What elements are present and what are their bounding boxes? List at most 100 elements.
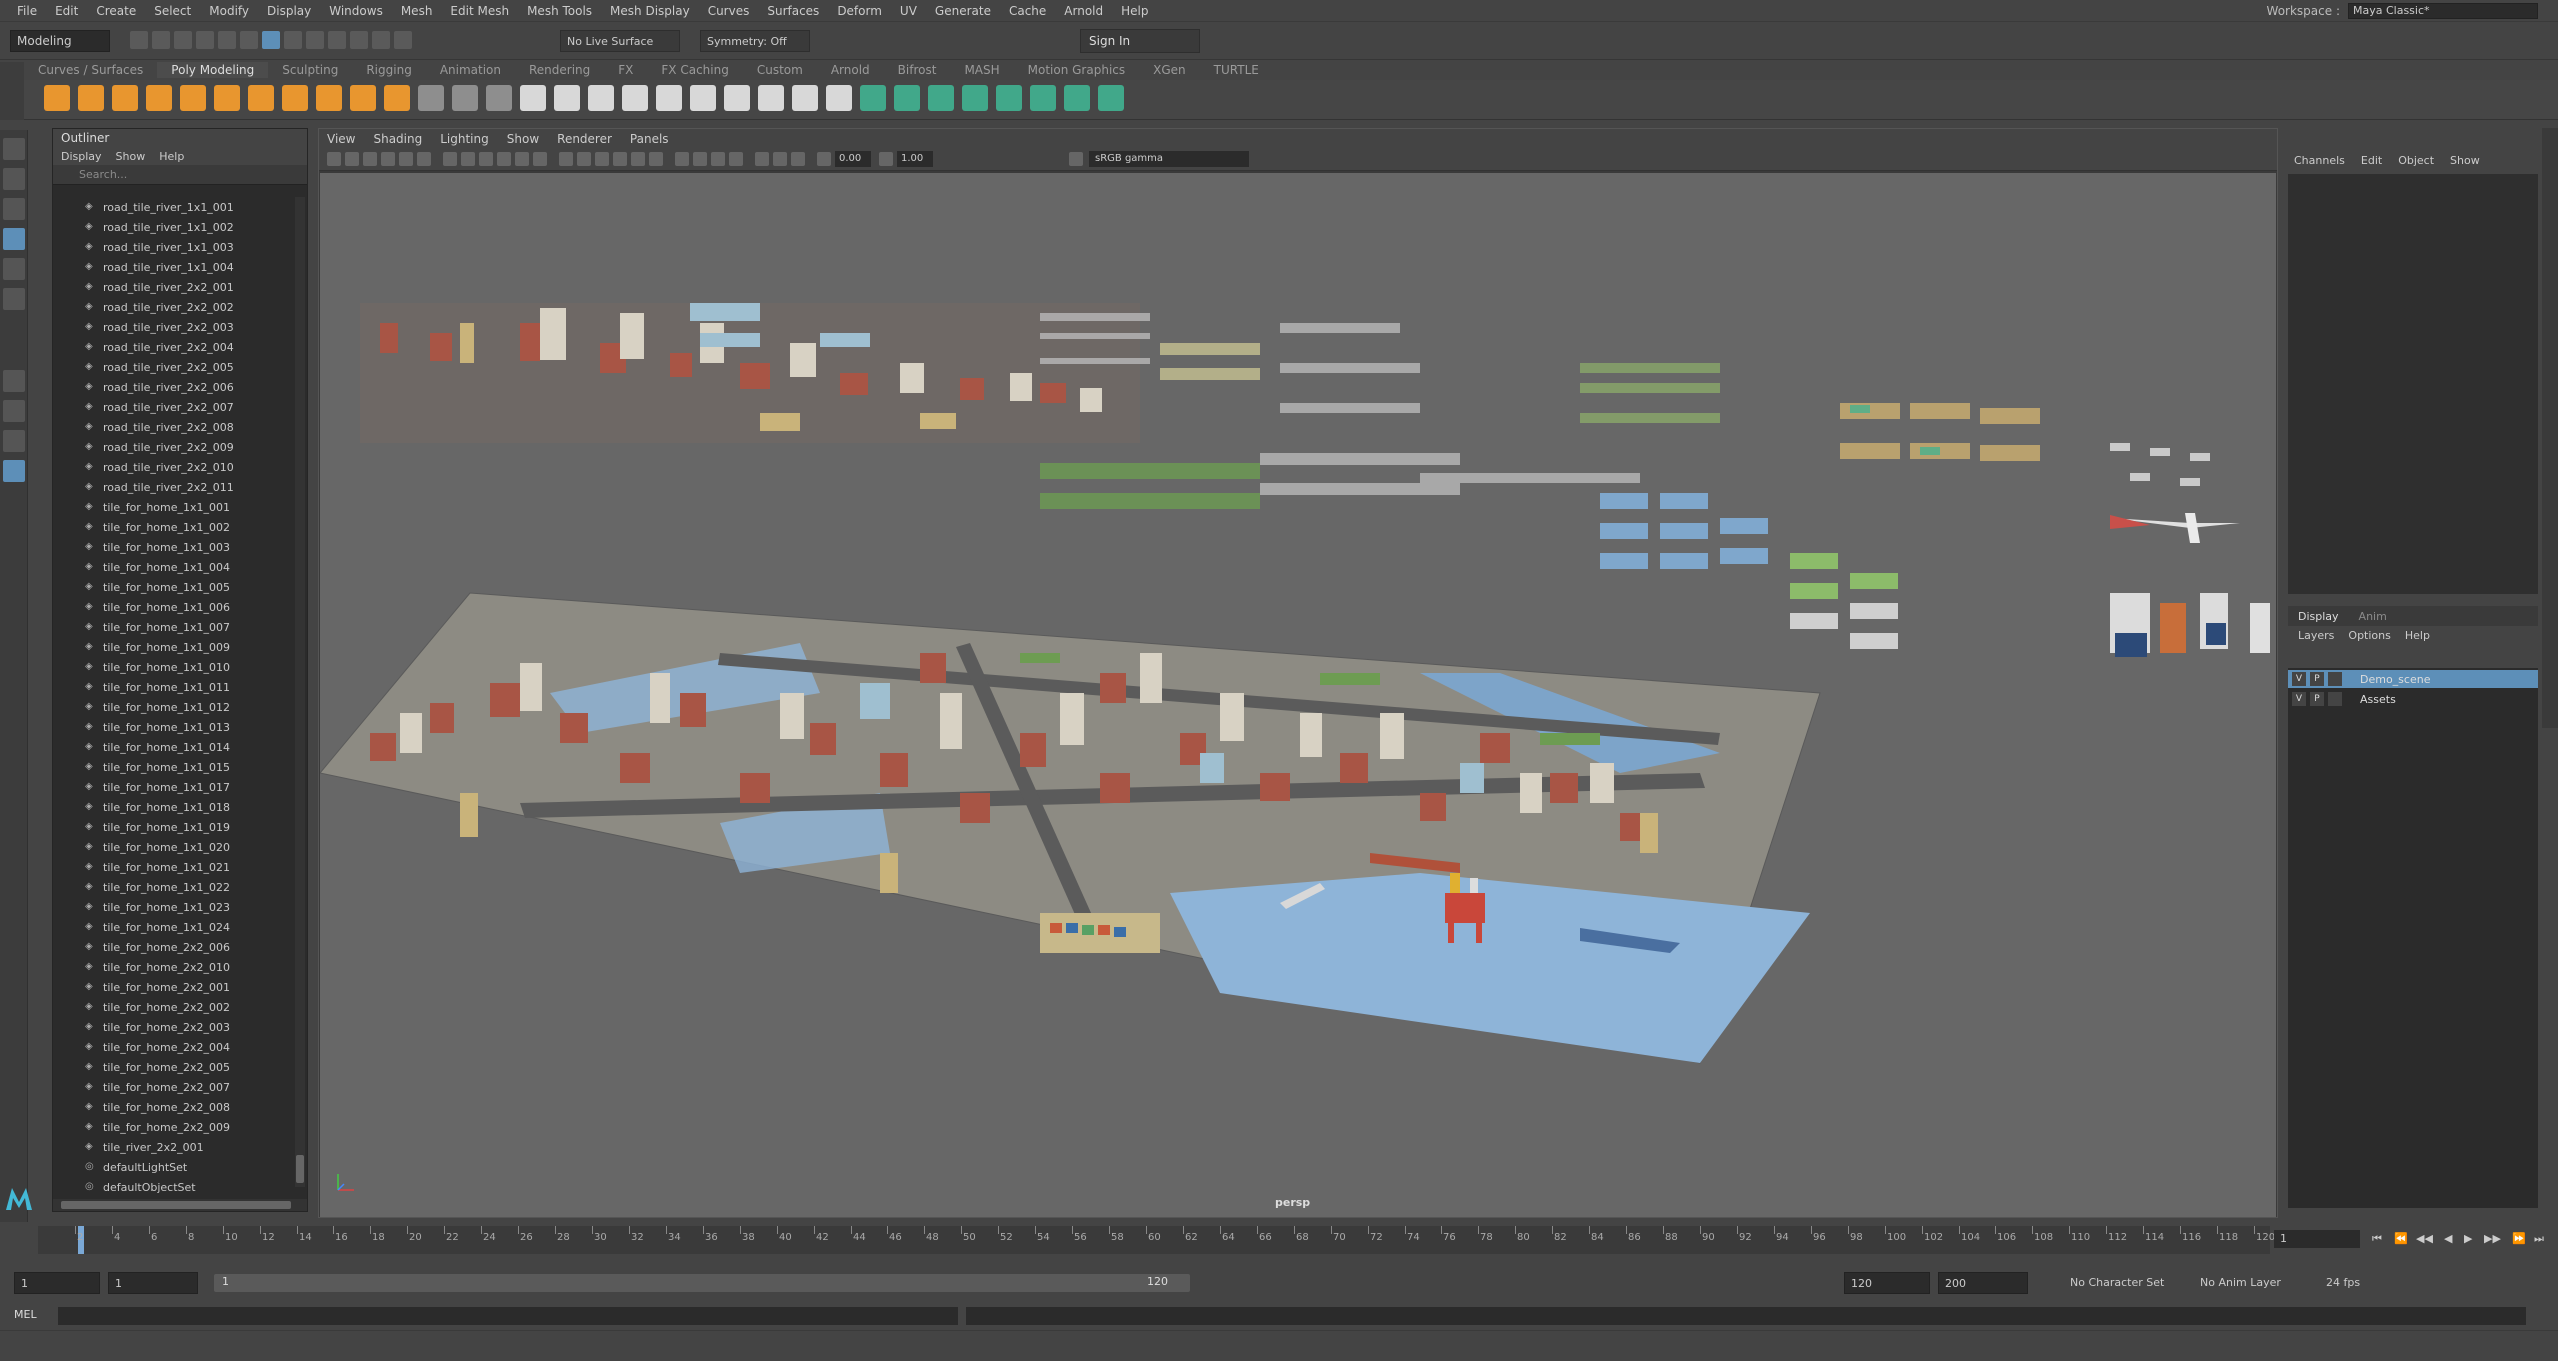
outliner-item[interactable]: ◈ tile_for_home_1x1_003 bbox=[53, 537, 293, 557]
select-object-icon[interactable] bbox=[262, 31, 280, 49]
exposure-icon[interactable] bbox=[817, 152, 831, 166]
outliner-item[interactable]: ◈ tile_for_home_1x1_002 bbox=[53, 517, 293, 537]
snap-curve-icon[interactable] bbox=[328, 31, 346, 49]
poly-text-icon[interactable] bbox=[350, 85, 376, 111]
layer-playback-toggle[interactable]: P bbox=[2310, 672, 2324, 686]
spherical-uv-icon[interactable] bbox=[928, 85, 954, 111]
step-back-frame-icon[interactable]: ◀◀ bbox=[2416, 1232, 2433, 1245]
layer-menu-help[interactable]: Help bbox=[2405, 629, 2430, 642]
outliner-item[interactable]: ◈ road_tile_river_2x2_006 bbox=[53, 377, 293, 397]
snap-live-icon[interactable] bbox=[394, 31, 412, 49]
outliner-item[interactable]: ◈ road_tile_river_2x2_003 bbox=[53, 317, 293, 337]
select-component-icon[interactable] bbox=[284, 31, 302, 49]
menu-deform[interactable]: Deform bbox=[828, 4, 891, 18]
rotate-tool-icon[interactable] bbox=[3, 258, 25, 280]
outliner-item[interactable]: ◈ road_tile_river_2x2_004 bbox=[53, 337, 293, 357]
layer-visibility-toggle[interactable]: V bbox=[2292, 672, 2306, 686]
poly-cube-icon[interactable] bbox=[78, 85, 104, 111]
channel-box-menu-edit[interactable]: Edit bbox=[2361, 154, 2382, 167]
menu-uv[interactable]: UV bbox=[891, 4, 926, 18]
layer-menu-layers[interactable]: Layers bbox=[2298, 629, 2334, 642]
outliner-item[interactable]: ◈ road_tile_river_2x2_008 bbox=[53, 417, 293, 437]
viewport-menu-lighting[interactable]: Lighting bbox=[440, 132, 489, 146]
shelf-tab-sculpting[interactable]: Sculpting bbox=[268, 62, 352, 78]
viewport-menu-panels[interactable]: Panels bbox=[630, 132, 669, 146]
uv-editor-icon[interactable] bbox=[996, 85, 1022, 111]
outliner-item[interactable]: ◈ tile_for_home_2x2_001 bbox=[53, 977, 293, 997]
bridge-icon[interactable] bbox=[622, 85, 648, 111]
time-ruler[interactable]: 2 4 6 8 10 12 14 16 18 20 22 24 26 28 30 32 34 36 38 40 42 44… bbox=[38, 1226, 2275, 1254]
multi-cut-icon[interactable] bbox=[792, 85, 818, 111]
shelf-tab-curves-surfaces[interactable]: Curves / Surfaces bbox=[24, 62, 157, 78]
select-hierarchy-icon[interactable] bbox=[240, 31, 258, 49]
step-back-key-icon[interactable]: ⏪ bbox=[2394, 1232, 2408, 1245]
side-panel-tabs[interactable] bbox=[2542, 128, 2558, 728]
boolean-icon[interactable] bbox=[520, 85, 546, 111]
poly-torus-icon[interactable] bbox=[180, 85, 206, 111]
outliner-search-input[interactable]: Search... bbox=[53, 165, 307, 185]
menu-help[interactable]: Help bbox=[1112, 4, 1157, 18]
color-space-dropdown[interactable]: sRGB gamma bbox=[1089, 151, 1249, 167]
field-chart-icon[interactable] bbox=[515, 152, 529, 166]
resolution-gate-icon[interactable] bbox=[479, 152, 493, 166]
viewport-menu-show[interactable]: Show bbox=[507, 132, 539, 146]
ambient-occlusion-icon[interactable] bbox=[675, 152, 689, 166]
command-input[interactable] bbox=[58, 1307, 958, 1325]
outliner-item[interactable]: ◎ defaultObjectSet bbox=[53, 1177, 293, 1197]
outliner-vertical-scrollbar[interactable] bbox=[295, 197, 305, 1187]
animation-end-field[interactable]: 200 bbox=[1938, 1272, 2028, 1294]
outliner-item[interactable]: ◈ tile_for_home_1x1_006 bbox=[53, 597, 293, 617]
outliner-item[interactable]: ◈ tile_for_home_2x2_004 bbox=[53, 1037, 293, 1057]
menu-surfaces[interactable]: Surfaces bbox=[758, 4, 828, 18]
animation-start-field[interactable]: 1 bbox=[14, 1272, 100, 1294]
outliner-item[interactable]: ◈ tile_for_home_2x2_010 bbox=[53, 957, 293, 977]
menu-select[interactable]: Select bbox=[145, 4, 200, 18]
extrude-icon[interactable] bbox=[588, 85, 614, 111]
outliner-menu-display[interactable]: Display bbox=[61, 150, 102, 163]
outliner-item[interactable]: ◈ tile_for_home_1x1_012 bbox=[53, 697, 293, 717]
outliner-item[interactable]: ◈ road_tile_river_1x1_001 bbox=[53, 197, 293, 217]
uv-layout-icon[interactable] bbox=[1030, 85, 1056, 111]
redo-icon[interactable] bbox=[218, 31, 236, 49]
outliner-item[interactable]: ◈ tile_for_home_2x2_002 bbox=[53, 997, 293, 1017]
outliner-item[interactable]: ◈ tile_for_home_1x1_024 bbox=[53, 917, 293, 937]
viewport-menu-renderer[interactable]: Renderer bbox=[557, 132, 612, 146]
shelf-tab-poly-modeling[interactable]: Poly Modeling bbox=[157, 62, 269, 78]
shadows-icon[interactable] bbox=[649, 152, 663, 166]
shelf-tab-xgen[interactable]: XGen bbox=[1139, 62, 1200, 78]
uv-unfold-icon[interactable] bbox=[1064, 85, 1090, 111]
outliner-item[interactable]: ◈ tile_for_home_1x1_020 bbox=[53, 837, 293, 857]
undo-icon[interactable] bbox=[196, 31, 214, 49]
outliner-item[interactable]: ◈ road_tile_river_1x1_003 bbox=[53, 237, 293, 257]
textured-icon[interactable] bbox=[613, 152, 627, 166]
outliner-item[interactable]: ◈ tile_for_home_1x1_005 bbox=[53, 577, 293, 597]
outliner-item[interactable]: ◈ tile_for_home_1x1_001 bbox=[53, 497, 293, 517]
automatic-uv-icon[interactable] bbox=[962, 85, 988, 111]
outliner-item[interactable]: ◈ road_tile_river_2x2_011 bbox=[53, 477, 293, 497]
lasso-tool-icon[interactable] bbox=[3, 168, 25, 190]
outliner-item[interactable]: ◈ road_tile_river_2x2_009 bbox=[53, 437, 293, 457]
shelf-tab-rigging[interactable]: Rigging bbox=[352, 62, 425, 78]
motion-blur-icon[interactable] bbox=[693, 152, 707, 166]
outliner-item[interactable]: ◈ tile_for_home_1x1_004 bbox=[53, 557, 293, 577]
menu-mesh-display[interactable]: Mesh Display bbox=[601, 4, 699, 18]
outliner-item[interactable]: ◈ road_tile_river_2x2_001 bbox=[53, 277, 293, 297]
menu-mesh-tools[interactable]: Mesh Tools bbox=[518, 4, 601, 18]
outliner-item[interactable]: ◈ tile_for_home_1x1_018 bbox=[53, 797, 293, 817]
outliner-item[interactable]: ◈ tile_for_home_1x1_014 bbox=[53, 737, 293, 757]
channel-box-menu-object[interactable]: Object bbox=[2398, 154, 2434, 167]
single-pane-layout-icon[interactable] bbox=[3, 370, 25, 392]
snap-point-icon[interactable] bbox=[350, 31, 368, 49]
shelf-tab-mash[interactable]: MASH bbox=[950, 62, 1013, 78]
viewport-menu-shading[interactable]: Shading bbox=[373, 132, 422, 146]
menu-cache[interactable]: Cache bbox=[1000, 4, 1055, 18]
symmetry-dropdown[interactable]: Symmetry: Off bbox=[700, 30, 810, 52]
outliner-item[interactable]: ◈ tile_river_2x2_001 bbox=[53, 1137, 293, 1157]
outliner-item[interactable]: ◈ road_tile_river_2x2_007 bbox=[53, 397, 293, 417]
playback-end-field[interactable]: 120 bbox=[1844, 1272, 1930, 1294]
layer-playback-toggle[interactable]: P bbox=[2310, 692, 2324, 706]
outliner-item[interactable]: ◈ road_tile_river_1x1_004 bbox=[53, 257, 293, 277]
shelf-tab-animation[interactable]: Animation bbox=[426, 62, 515, 78]
outliner-menu-show[interactable]: Show bbox=[116, 150, 146, 163]
play-backwards-icon[interactable]: ◀ bbox=[2444, 1232, 2452, 1245]
